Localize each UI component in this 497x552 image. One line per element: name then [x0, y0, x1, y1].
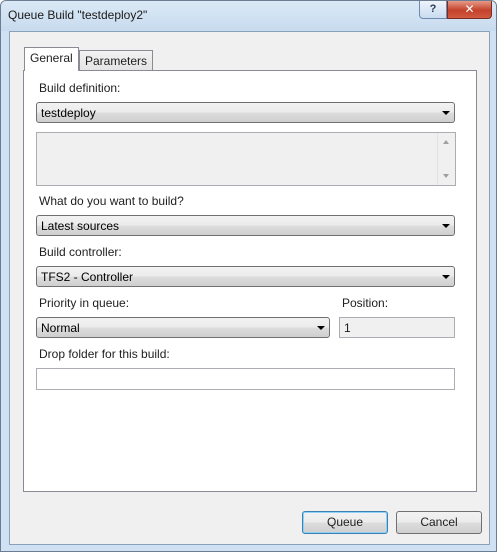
chevron-down-icon: [442, 275, 450, 279]
queue-build-dialog: Queue Build "testdeploy2" ? ✕ General Pa…: [0, 0, 497, 552]
chevron-down-icon: [442, 224, 450, 228]
queue-button[interactable]: Queue: [302, 511, 388, 534]
help-icon: ?: [429, 3, 437, 15]
priority-dropdown[interactable]: Normal: [36, 317, 330, 338]
what-to-build-dropdown[interactable]: Latest sources: [36, 215, 455, 236]
tab-general[interactable]: General: [24, 47, 79, 71]
chevron-down-icon: [317, 326, 325, 330]
drop-folder-label: Drop folder for this build:: [39, 347, 170, 361]
position-field: 1: [339, 317, 455, 338]
build-controller-dropdown[interactable]: TFS2 - Controller: [36, 266, 455, 287]
scroll-up-icon[interactable]: [443, 140, 449, 144]
position-value: 1: [344, 321, 351, 335]
scroll-down-icon[interactable]: [443, 174, 449, 178]
close-button[interactable]: ✕: [447, 1, 492, 19]
build-controller-label: Build controller:: [39, 245, 122, 259]
dialog-body: General Parameters Build definition: tes…: [9, 31, 490, 545]
title-bar-buttons: ? ✕: [419, 1, 492, 19]
chevron-down-icon: [442, 111, 450, 115]
description-scrollbar[interactable]: [437, 133, 455, 185]
what-to-build-value: Latest sources: [41, 219, 120, 233]
cancel-button[interactable]: Cancel: [396, 511, 482, 534]
build-definition-description: [36, 132, 456, 186]
help-button[interactable]: ?: [419, 1, 447, 19]
window-title: Queue Build "testdeploy2": [8, 8, 148, 22]
build-definition-value: testdeploy: [41, 106, 96, 120]
what-to-build-label: What do you want to build?: [39, 194, 184, 208]
general-tab-panel: Build definition: testdeploy What do you…: [23, 70, 477, 492]
tab-parameters[interactable]: Parameters: [79, 50, 154, 71]
position-label: Position:: [342, 296, 389, 310]
build-definition-dropdown[interactable]: testdeploy: [36, 102, 455, 123]
priority-label: Priority in queue:: [39, 296, 130, 310]
build-definition-label: Build definition:: [39, 81, 121, 95]
close-icon: ✕: [464, 2, 475, 16]
build-controller-value: TFS2 - Controller: [41, 270, 134, 284]
drop-folder-input[interactable]: [36, 368, 455, 390]
priority-value: Normal: [41, 321, 80, 335]
title-bar: Queue Build "testdeploy2" ? ✕: [1, 1, 496, 31]
